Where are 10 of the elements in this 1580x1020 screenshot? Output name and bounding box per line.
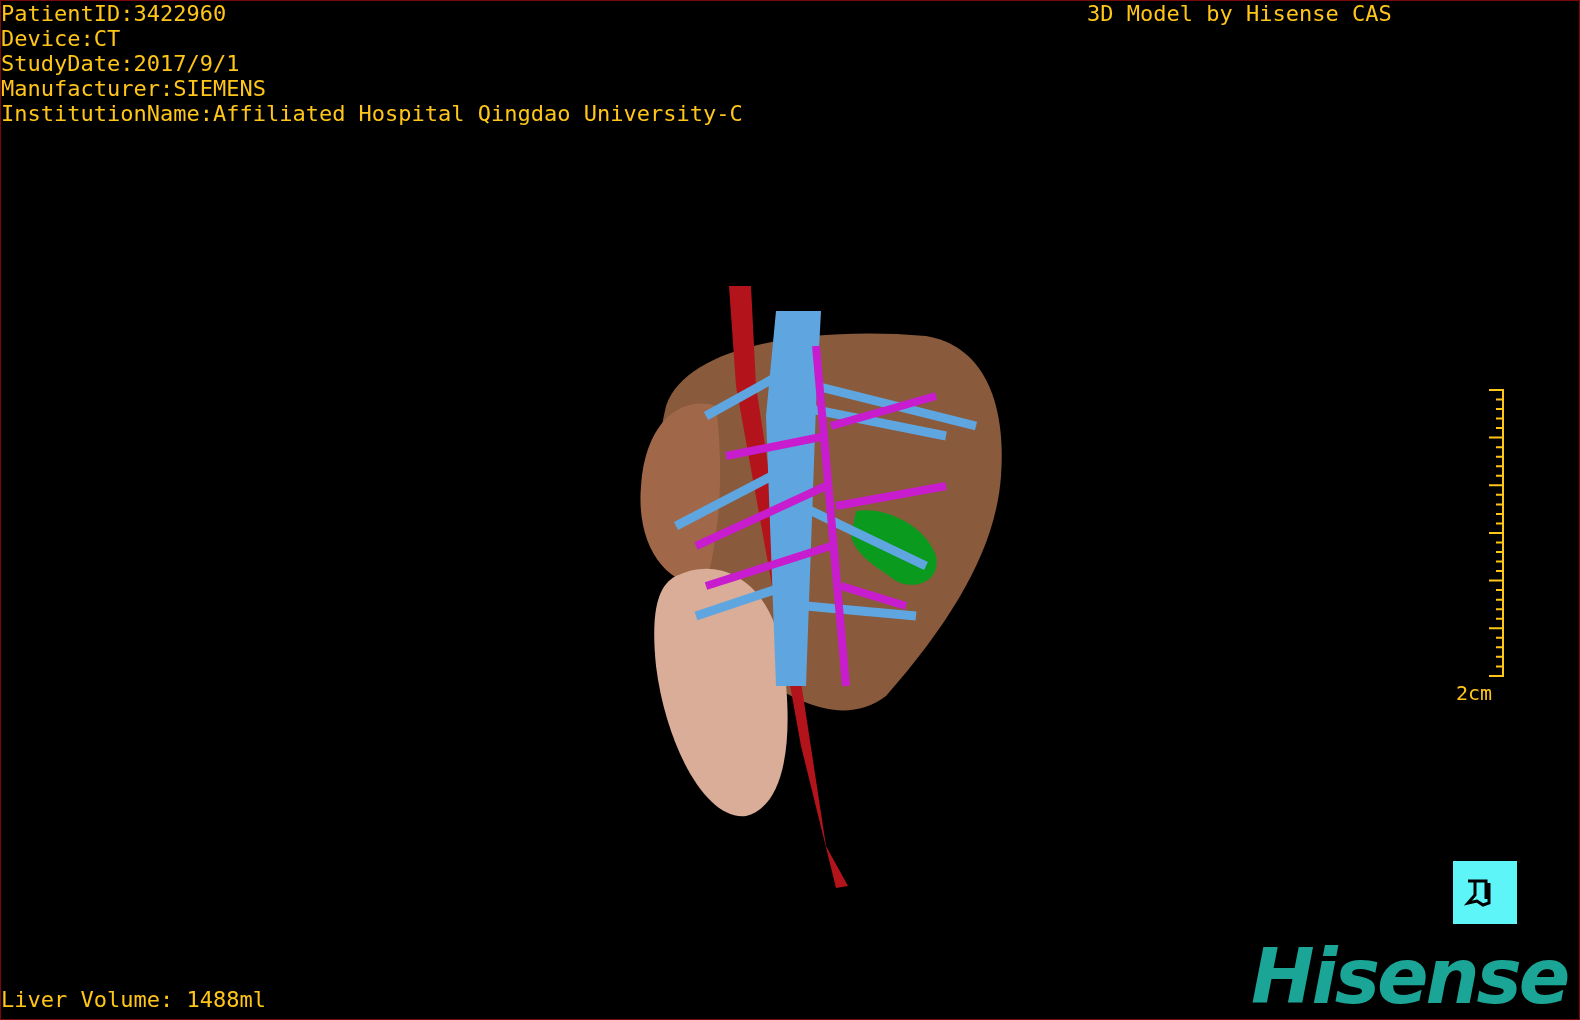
orientation-cube-icon[interactable] [1453,861,1517,924]
study-info-line: Manufacturer:SIEMENS [1,76,267,101]
brand-logo: Hisense [1251,939,1568,1015]
study-info-line: Device:CT [1,26,122,51]
scale-label: 2cm [1456,681,1493,706]
study-info-line: InstitutionName:Affiliated Hospital Qingdao University-C [1,101,743,126]
liver-volume-label: Liver Volume: 1488ml [1,987,266,1012]
study-info-line: StudyDate:2017/9/1 [1,51,241,76]
study-info-line: PatientID:3422960 [1,1,228,26]
viewer-caption: 3D Model by Hisense CAS [1087,1,1392,26]
